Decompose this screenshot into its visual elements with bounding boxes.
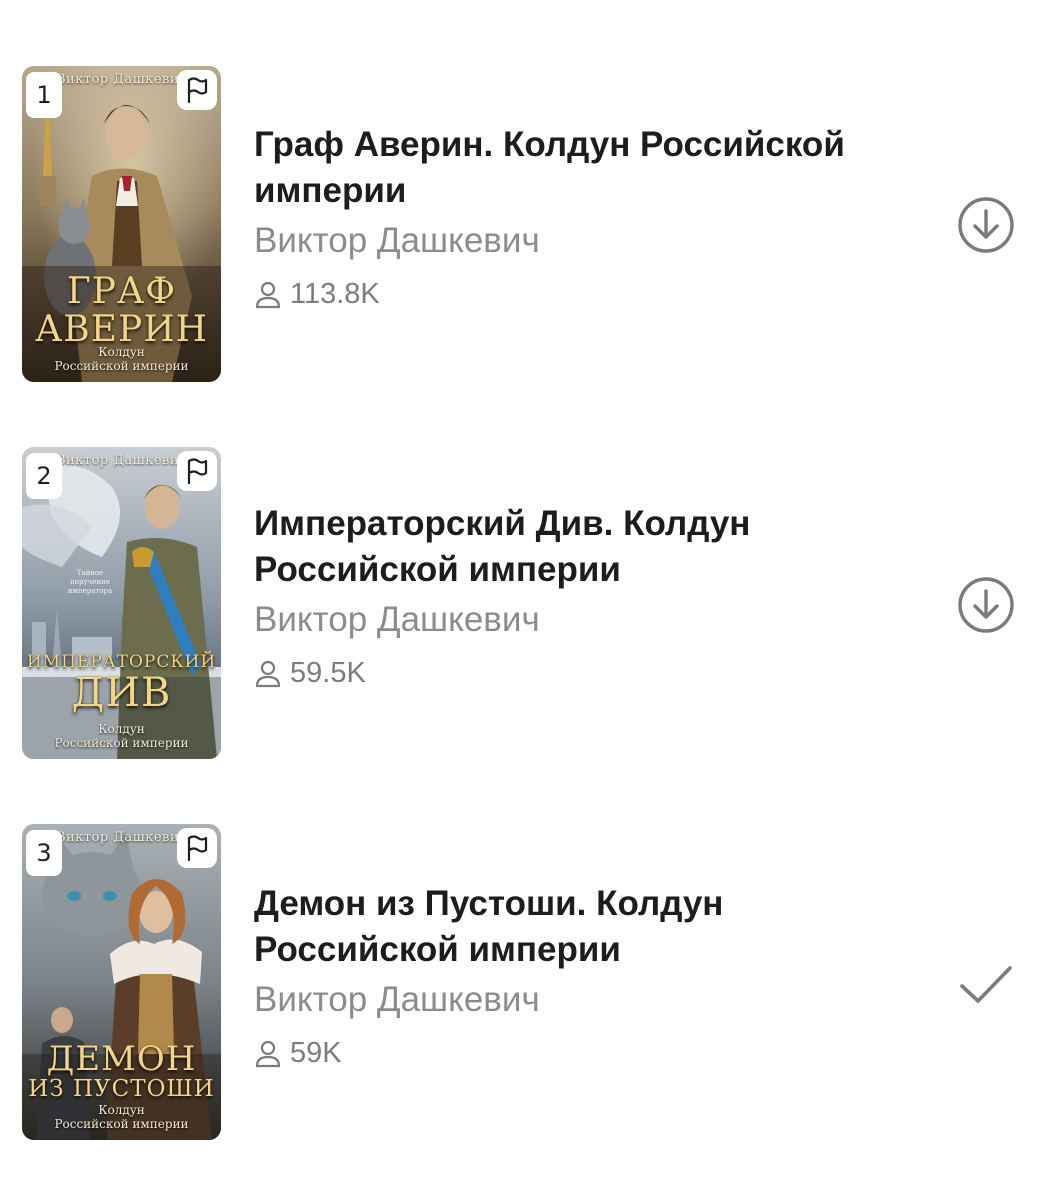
download-circle-icon — [958, 577, 1014, 633]
cover-title-line-2: ДИВ — [71, 670, 172, 716]
book-title[interactable]: Граф Аверин. Колдун Российской империи — [254, 122, 894, 214]
cover-subtitle-line-2: Российской империи — [54, 736, 189, 751]
cover-title-line-1: ГРАФ — [66, 271, 177, 312]
listeners-value: 113.8K — [290, 278, 380, 310]
book-cover[interactable]: Виктор Дашкевич ГРАФ АВЕРИН Колдун Росси… — [22, 66, 221, 382]
cover-author: Виктор Дашкевич — [56, 453, 189, 468]
book-cover[interactable]: Виктор Дашкевич ИМПЕРАТОРСКИЙ ДИВ Колдун… — [22, 447, 221, 759]
bookmark-flag-icon[interactable] — [177, 451, 217, 491]
list-item-book-2[interactable]: Виктор Дашкевич ИМПЕРАТОРСКИЙ ДИВ Колдун… — [0, 447, 1049, 765]
cover-subtitle: Колдун Российской империи — [22, 346, 221, 374]
cover-author: Виктор Дашкевич — [56, 72, 189, 87]
cover-title-line-2: ИЗ ПУСТОШИ — [28, 1076, 215, 1102]
book-title[interactable]: Императорский Див. Колдун Российской имп… — [254, 501, 894, 593]
book-cover[interactable]: Виктор Дашкевич ДЕМОН ИЗ ПУСТОШИ Колдун … — [22, 824, 221, 1140]
listeners-value: 59K — [290, 1037, 342, 1069]
download-button[interactable] — [955, 574, 1017, 636]
listeners-value: 59.5K — [290, 657, 366, 689]
cover-subtitle: Колдун Российской империи — [22, 723, 221, 751]
book-info: Демон из Пустоши. Колдун Российской импе… — [254, 881, 894, 1070]
cover-title-line-1: ДЕМОН — [46, 1039, 197, 1079]
book-info: Граф Аверин. Колдун Российской империи В… — [254, 122, 894, 311]
download-circle-icon — [958, 197, 1014, 253]
book-title[interactable]: Демон из Пустоши. Колдун Российской импе… — [254, 881, 894, 973]
list-item-book-3[interactable]: Виктор Дашкевич ДЕМОН ИЗ ПУСТОШИ Колдун … — [0, 824, 1049, 1142]
listeners-count: 59K — [254, 1037, 894, 1070]
cover-title: ГРАФ АВЕРИН — [22, 274, 221, 348]
cover-title: ИМПЕРАТОРСКИЙ ДИВ — [22, 652, 221, 716]
listeners-count: 59.5K — [254, 657, 894, 690]
bookmark-flag-icon[interactable] — [177, 828, 217, 868]
book-author[interactable]: Виктор Дашкевич — [254, 216, 894, 266]
person-icon — [255, 281, 281, 308]
cover-author: Виктор Дашкевич — [56, 830, 189, 845]
cover-tagline: Тайное поручение императора — [67, 569, 113, 596]
download-button[interactable] — [955, 194, 1017, 256]
person-icon — [255, 660, 281, 687]
book-author[interactable]: Виктор Дашкевич — [254, 595, 894, 645]
rank-badge: 3 — [26, 830, 62, 876]
cover-subtitle-line-2: Российской империи — [54, 1117, 189, 1132]
cover-title-line-2: АВЕРИН — [34, 309, 208, 350]
downloaded-status-button[interactable] — [955, 954, 1017, 1016]
cover-title: ДЕМОН ИЗ ПУСТОШИ — [22, 1042, 221, 1101]
bookmark-flag-icon[interactable] — [177, 70, 217, 110]
cover-subtitle: Колдун Российской империи — [22, 1104, 221, 1132]
book-info: Императорский Див. Колдун Российской имп… — [254, 501, 894, 690]
list-item-book-1[interactable]: Виктор Дашкевич ГРАФ АВЕРИН Колдун Росси… — [0, 66, 1049, 384]
checkmark-icon — [960, 966, 1012, 1003]
book-author[interactable]: Виктор Дашкевич — [254, 975, 894, 1025]
person-icon — [255, 1040, 281, 1067]
rank-badge: 1 — [26, 72, 62, 118]
cover-subtitle-line-2: Российской империи — [54, 359, 189, 374]
cover-title-line-1: ИМПЕРАТОРСКИЙ — [26, 652, 217, 672]
rank-badge: 2 — [26, 453, 62, 499]
listeners-count: 113.8K — [254, 278, 894, 311]
